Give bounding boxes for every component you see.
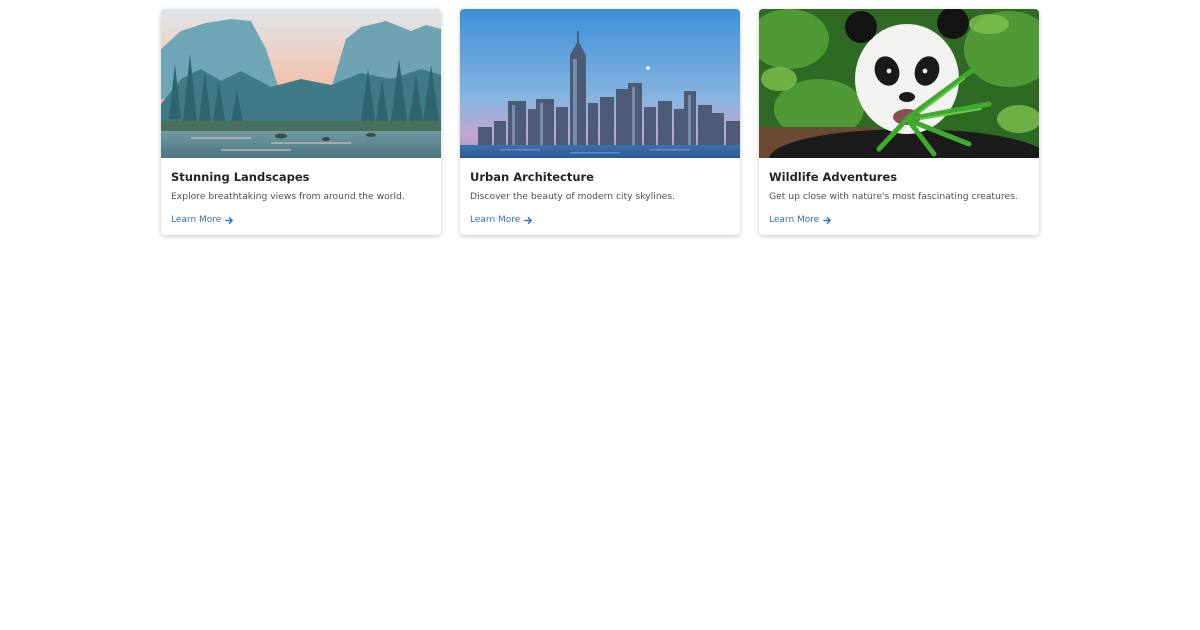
learn-more-link[interactable]: Learn More xyxy=(171,214,234,226)
card-description: Discover the beauty of modern city skyli… xyxy=(470,191,676,202)
card-description: Explore breathtaking views from around t… xyxy=(171,191,405,202)
landscape-image xyxy=(161,9,441,158)
learn-more-link[interactable]: Learn More xyxy=(470,214,533,226)
arrow-right-icon xyxy=(823,216,832,225)
card-body: Wildlife Adventures Get up close with na… xyxy=(759,158,1039,226)
city-skyline-image xyxy=(460,9,740,158)
card-grid: Stunning Landscapes Explore breathtaking… xyxy=(161,9,1039,235)
card-urban: Urban Architecture Discover the beauty o… xyxy=(460,9,740,235)
panda-image xyxy=(759,9,1039,158)
learn-more-label: Learn More xyxy=(769,215,820,225)
learn-more-label: Learn More xyxy=(470,215,521,225)
card-landscapes: Stunning Landscapes Explore breathtaking… xyxy=(161,9,441,235)
card-body: Stunning Landscapes Explore breathtaking… xyxy=(161,158,441,226)
card-title: Urban Architecture xyxy=(470,170,594,184)
page: Stunning Landscapes Explore breathtaking… xyxy=(0,0,1200,630)
card-title: Wildlife Adventures xyxy=(769,170,898,184)
card-title: Stunning Landscapes xyxy=(171,170,310,184)
card-description: Get up close with nature's most fascinat… xyxy=(769,191,1018,202)
arrow-right-icon xyxy=(225,216,234,225)
arrow-right-icon xyxy=(524,216,533,225)
card-wildlife: Wildlife Adventures Get up close with na… xyxy=(759,9,1039,235)
card-body: Urban Architecture Discover the beauty o… xyxy=(460,158,740,226)
learn-more-link[interactable]: Learn More xyxy=(769,214,832,226)
learn-more-label: Learn More xyxy=(171,215,222,225)
